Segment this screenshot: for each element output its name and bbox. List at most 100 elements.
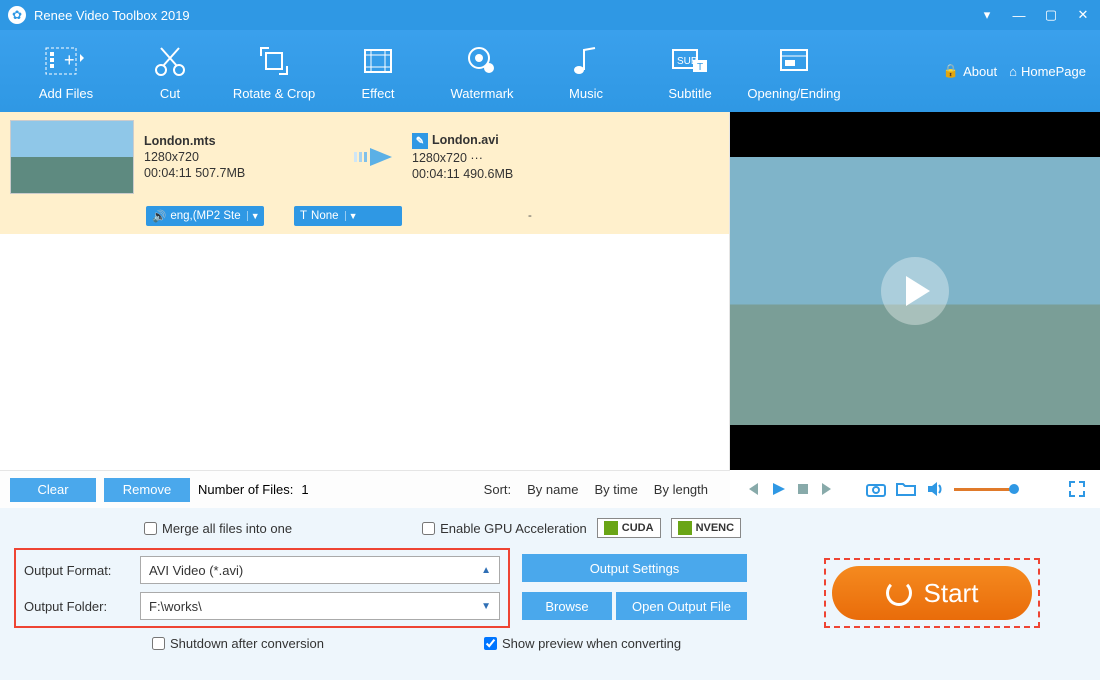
opening-ending-button[interactable]: Opening/Ending bbox=[742, 42, 846, 101]
thumbnail bbox=[10, 120, 134, 194]
list-controls: Clear Remove Number of Files: 1 Sort: By… bbox=[0, 470, 730, 508]
file-row[interactable]: London.mts 1280x720 00:04:11 507.7MB ✎ Lo… bbox=[0, 112, 729, 202]
watermark-icon bbox=[465, 42, 499, 80]
opening-ending-icon bbox=[777, 42, 811, 80]
shutdown-label: Shutdown after conversion bbox=[170, 636, 324, 651]
add-files-icon: + bbox=[44, 42, 88, 80]
folder-icon[interactable] bbox=[896, 481, 916, 497]
app-title: Renee Video Toolbox 2019 bbox=[34, 8, 978, 23]
source-filename: London.mts bbox=[144, 134, 342, 148]
effect-icon bbox=[361, 42, 395, 80]
start-label: Start bbox=[924, 578, 979, 609]
subtitle-button[interactable]: SUBT Subtitle bbox=[638, 42, 742, 101]
svg-text:+: + bbox=[64, 50, 75, 70]
camera-icon[interactable] bbox=[866, 481, 886, 497]
tool-label: Opening/Ending bbox=[747, 86, 840, 101]
refresh-icon bbox=[886, 580, 912, 606]
svg-text:T: T bbox=[697, 62, 703, 73]
folder-value: F:\works\ bbox=[149, 599, 202, 614]
effect-button[interactable]: Effect bbox=[326, 42, 430, 101]
watermark-button[interactable]: Watermark bbox=[430, 42, 534, 101]
source-resolution: 1280x720 bbox=[144, 150, 342, 164]
audio-label: eng,(MP2 Ste bbox=[170, 210, 240, 222]
tool-label: Add Files bbox=[39, 86, 93, 101]
subtitle-track-dropdown[interactable]: TNone ▼ bbox=[294, 206, 402, 226]
shutdown-checkbox[interactable]: Shutdown after conversion bbox=[152, 636, 324, 651]
subtitle-label: None bbox=[311, 210, 339, 222]
format-value: AVI Video (*.avi) bbox=[149, 563, 243, 578]
show-preview-checkbox[interactable]: Show preview when converting bbox=[484, 636, 681, 651]
browse-button[interactable]: Browse bbox=[522, 592, 612, 620]
dropdown-icon[interactable]: ▾ bbox=[978, 6, 996, 24]
lock-icon: 🔒 bbox=[943, 63, 959, 79]
merge-checkbox[interactable]: Merge all files into one bbox=[144, 521, 292, 536]
rotate-crop-icon bbox=[257, 42, 291, 80]
chevron-down-icon: ▼ bbox=[247, 211, 263, 221]
cut-button[interactable]: Cut bbox=[118, 42, 222, 101]
cut-icon bbox=[153, 42, 187, 80]
merge-label: Merge all files into one bbox=[162, 521, 292, 536]
play-button[interactable] bbox=[881, 257, 949, 325]
output-folder-dropdown[interactable]: F:\works\▼ bbox=[140, 592, 500, 620]
preview-controls bbox=[730, 470, 1100, 508]
play-icon[interactable] bbox=[770, 481, 786, 497]
output-format-dropdown[interactable]: AVI Video (*.avi) ▲ bbox=[140, 556, 500, 584]
app-logo-icon bbox=[8, 6, 26, 24]
prev-icon[interactable] bbox=[744, 481, 760, 497]
minimize-icon[interactable]: — bbox=[1010, 6, 1028, 24]
homepage-link[interactable]: ⌂ HomePage bbox=[1009, 64, 1086, 79]
open-output-button[interactable]: Open Output File bbox=[616, 592, 747, 620]
tool-label: Subtitle bbox=[668, 86, 711, 101]
main-toolbar: + Add Files Cut Rotate & Crop Effect Wat… bbox=[0, 30, 1100, 112]
source-info: 00:04:11 507.7MB bbox=[144, 166, 342, 180]
add-files-button[interactable]: + Add Files bbox=[14, 42, 118, 101]
volume-slider[interactable] bbox=[954, 488, 1014, 491]
output-panel: Merge all files into one Enable GPU Acce… bbox=[0, 508, 1100, 680]
tool-label: Watermark bbox=[450, 86, 513, 101]
clear-button[interactable]: Clear bbox=[10, 478, 96, 502]
arrow-icon bbox=[352, 142, 402, 172]
start-button[interactable]: Start bbox=[832, 566, 1032, 620]
cuda-badge: CUDA bbox=[597, 518, 661, 538]
gpu-checkbox[interactable]: Enable GPU Acceleration bbox=[422, 521, 587, 536]
file-count-label: Number of Files: bbox=[198, 482, 293, 497]
sort-label: Sort: bbox=[484, 482, 511, 497]
audio-track-dropdown[interactable]: 🔊 eng,(MP2 Ste ▼ bbox=[146, 206, 264, 226]
home-icon: ⌂ bbox=[1009, 64, 1017, 79]
maximize-icon[interactable]: ▢ bbox=[1042, 6, 1060, 24]
subtitle-icon: SUBT bbox=[671, 42, 709, 80]
show-preview-label: Show preview when converting bbox=[502, 636, 681, 651]
tool-label: Music bbox=[569, 86, 603, 101]
volume-icon[interactable] bbox=[926, 481, 944, 497]
close-icon[interactable]: ✕ bbox=[1074, 6, 1092, 24]
sort-by-time[interactable]: By time bbox=[594, 482, 637, 497]
preview-panel bbox=[730, 112, 1100, 470]
fullscreen-icon[interactable] bbox=[1068, 480, 1086, 498]
file-count: 1 bbox=[301, 482, 308, 497]
chevron-up-icon: ▲ bbox=[481, 565, 491, 576]
dest-filename: ✎ London.avi bbox=[412, 133, 513, 150]
rotate-crop-button[interactable]: Rotate & Crop bbox=[222, 42, 326, 101]
about-link[interactable]: 🔒 About bbox=[943, 63, 997, 79]
sort-by-name[interactable]: By name bbox=[527, 482, 578, 497]
gpu-label: Enable GPU Acceleration bbox=[440, 521, 587, 536]
stop-icon[interactable] bbox=[796, 482, 810, 496]
titlebar: Renee Video Toolbox 2019 ▾ — ▢ ✕ bbox=[0, 0, 1100, 30]
sort-by-length[interactable]: By length bbox=[654, 482, 708, 497]
text-icon: T bbox=[300, 210, 307, 222]
file-list: London.mts 1280x720 00:04:11 507.7MB ✎ Lo… bbox=[0, 112, 730, 470]
speaker-icon: 🔊 bbox=[152, 209, 166, 223]
output-settings-button[interactable]: Output Settings bbox=[522, 554, 747, 582]
dash-text: - bbox=[528, 210, 532, 222]
about-label: About bbox=[963, 64, 997, 79]
edit-icon[interactable]: ✎ bbox=[412, 133, 428, 149]
next-icon[interactable] bbox=[820, 481, 836, 497]
music-icon bbox=[569, 42, 603, 80]
homepage-label: HomePage bbox=[1021, 64, 1086, 79]
start-highlight-box: Start bbox=[824, 558, 1040, 628]
tool-label: Rotate & Crop bbox=[233, 86, 315, 101]
remove-button[interactable]: Remove bbox=[104, 478, 190, 502]
track-row: 🔊 eng,(MP2 Ste ▼ T None ▼ - bbox=[0, 202, 729, 234]
music-button[interactable]: Music bbox=[534, 42, 638, 101]
dest-name-text: London.avi bbox=[432, 133, 499, 147]
